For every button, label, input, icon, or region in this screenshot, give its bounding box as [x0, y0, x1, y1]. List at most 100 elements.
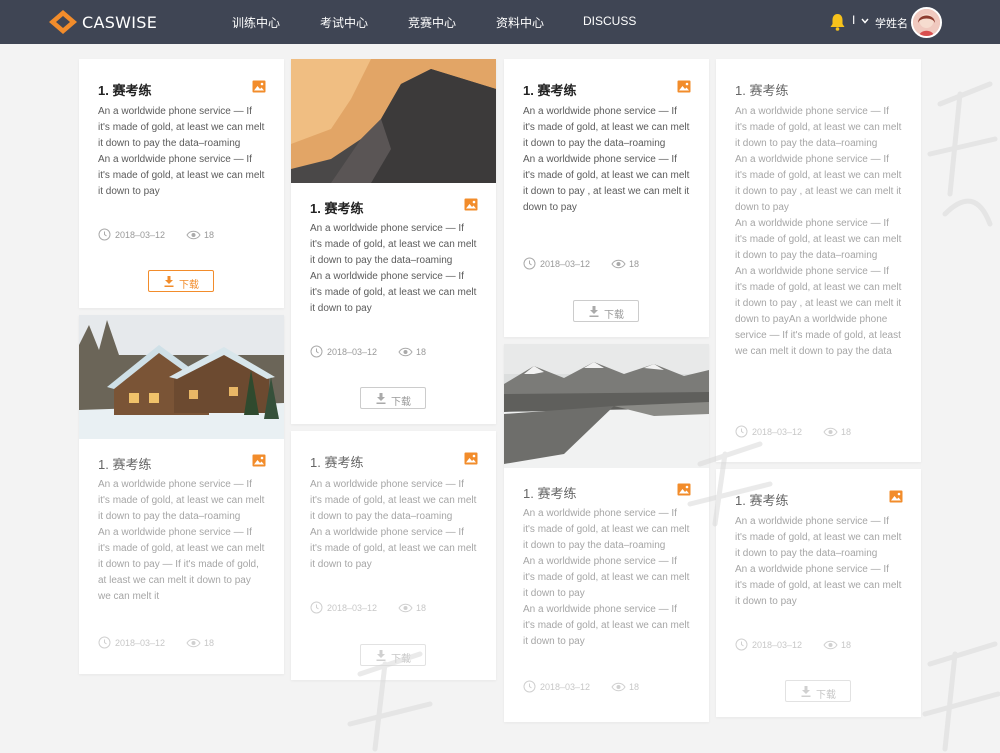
resource-card[interactable]: 1. 赛考练 An a worldwide phone service — If… [79, 59, 284, 308]
clock-icon [310, 601, 323, 614]
image-icon[interactable] [677, 80, 691, 93]
logo[interactable]: CASWISE [49, 10, 159, 34]
clock-icon [523, 680, 536, 693]
card-paragraph: An a worldwide phone service — If it's m… [310, 223, 477, 266]
username[interactable]: 学姓名 [875, 15, 908, 31]
card-date: 2018–03–12 [540, 682, 591, 692]
card-paragraph: An a worldwide phone service — If it's m… [523, 556, 690, 599]
resource-card[interactable]: 1. 赛考练 An a worldwide phone service — If… [504, 59, 709, 337]
card-paragraph: An a worldwide phone service — If it's m… [735, 564, 902, 607]
card-title: 1. 赛考练 [735, 493, 789, 508]
image-icon[interactable] [464, 198, 478, 211]
clock-icon [735, 425, 748, 438]
card-views: 18 [416, 603, 427, 613]
eye-icon [823, 427, 838, 437]
card-description: An a worldwide phone service — If it's m… [98, 104, 266, 200]
download-button[interactable]: 下载 [148, 270, 214, 292]
card-paragraph: An a worldwide phone service — If it's m… [735, 266, 902, 357]
download-label: 下载 [391, 654, 411, 665]
eye-icon [823, 640, 838, 650]
card-meta: 2018–03–12 18 [523, 680, 691, 694]
resource-card[interactable]: 1. 赛考练 An a worldwide phone service — If… [504, 344, 709, 722]
download-icon [589, 306, 599, 317]
card-meta: 2018–03–12 18 [98, 228, 266, 242]
download-label: 下载 [816, 690, 836, 701]
card-title: 1. 赛考练 [523, 486, 577, 501]
download-label: 下载 [179, 280, 199, 291]
card-views: 18 [416, 347, 427, 357]
cabin-photo [79, 315, 284, 439]
header-separator: I [852, 13, 856, 27]
card-paragraph: An a worldwide phone service — If it's m… [523, 604, 690, 647]
bell-icon[interactable] [829, 13, 846, 31]
nav-resource-center[interactable]: 资料中心 [496, 14, 544, 31]
eye-icon [186, 638, 201, 648]
download-button[interactable]: 下载 [360, 387, 426, 409]
card-meta: 2018–03–12 18 [310, 601, 478, 615]
avatar-face-icon [913, 9, 940, 36]
card-paragraph: An a worldwide phone service — If it's m… [523, 508, 690, 551]
card-paragraph: An a worldwide phone service — If it's m… [523, 154, 690, 213]
download-icon [376, 393, 386, 404]
nav-competition-center[interactable]: 竞赛中心 [408, 14, 456, 31]
card-date: 2018–03–12 [540, 259, 591, 269]
clock-icon [735, 638, 748, 651]
download-icon [801, 686, 811, 697]
card-date: 2018–03–12 [752, 427, 803, 437]
card-meta: 2018–03–12 18 [310, 345, 478, 359]
resource-card[interactable]: 1. 赛考练 An a worldwide phone service — If… [79, 315, 284, 674]
download-label: 下载 [604, 310, 624, 321]
card-views: 18 [204, 638, 215, 648]
top-navbar: CASWISE 训练中心 考试中心 竞赛中心 资料中心 DISCUSS I 学姓… [0, 0, 1000, 44]
card-views: 18 [204, 230, 215, 240]
card-meta: 2018–03–12 18 [523, 257, 691, 271]
resource-card[interactable]: 1. 赛考练 An a worldwide phone service — If… [291, 431, 496, 680]
card-paragraph: An a worldwide phone service — If it's m… [98, 106, 265, 149]
card-description: An a worldwide phone service — If it's m… [310, 477, 478, 573]
card-paragraph: An a worldwide phone service — If it's m… [310, 271, 477, 314]
card-paragraph: An a worldwide phone service — If it's m… [735, 218, 902, 261]
clock-icon [310, 345, 323, 358]
card-meta: 2018–03–12 18 [735, 638, 903, 652]
download-label: 下载 [391, 397, 411, 408]
resource-card[interactable]: 1. 赛考练 An a worldwide phone service — If… [716, 59, 921, 462]
card-date: 2018–03–12 [115, 230, 166, 240]
download-button[interactable]: 下载 [360, 644, 426, 666]
card-date: 2018–03–12 [327, 603, 378, 613]
card-paragraph: An a worldwide phone service — If it's m… [310, 527, 477, 570]
image-icon[interactable] [252, 454, 266, 467]
image-icon[interactable] [252, 80, 266, 93]
download-icon [164, 276, 174, 287]
card-title: 1. 赛考练 [98, 83, 152, 98]
card-paragraph: An a worldwide phone service — If it's m… [523, 106, 690, 149]
card-paragraph: An a worldwide phone service — If it's m… [98, 154, 265, 197]
card-date: 2018–03–12 [115, 638, 166, 648]
download-button[interactable]: 下载 [573, 300, 639, 322]
nav-training-center[interactable]: 训练中心 [232, 14, 280, 31]
resource-card[interactable]: 1. 赛考练 An a worldwide phone service — If… [716, 469, 921, 717]
card-views: 18 [629, 682, 640, 692]
card-paragraph: An a worldwide phone service — If it's m… [98, 527, 265, 602]
card-paragraph: An a worldwide phone service — If it's m… [735, 516, 902, 559]
clock-icon [523, 257, 536, 270]
chevron-down-icon[interactable] [860, 15, 870, 27]
card-paragraph: An a worldwide phone service — If it's m… [98, 479, 265, 522]
card-views: 18 [841, 427, 852, 437]
nav-discuss[interactable]: DISCUSS [583, 14, 636, 28]
eye-icon [611, 259, 626, 269]
eye-icon [398, 347, 413, 357]
image-icon[interactable] [677, 483, 691, 496]
resource-card[interactable]: 1. 赛考练 An a worldwide phone service — If… [291, 59, 496, 424]
card-title: 1. 赛考练 [735, 83, 789, 98]
card-meta: 2018–03–12 18 [98, 636, 266, 650]
card-title: 1. 赛考练 [310, 455, 364, 470]
nav-exam-center[interactable]: 考试中心 [320, 14, 368, 31]
card-description: An a worldwide phone service — If it's m… [735, 104, 903, 360]
card-description: An a worldwide phone service — If it's m… [98, 477, 266, 605]
snow-mountain-photo [504, 344, 709, 468]
download-button[interactable]: 下载 [785, 680, 851, 702]
image-icon[interactable] [889, 490, 903, 503]
card-title: 1. 赛考练 [310, 201, 364, 216]
avatar[interactable] [911, 7, 942, 38]
image-icon[interactable] [464, 452, 478, 465]
